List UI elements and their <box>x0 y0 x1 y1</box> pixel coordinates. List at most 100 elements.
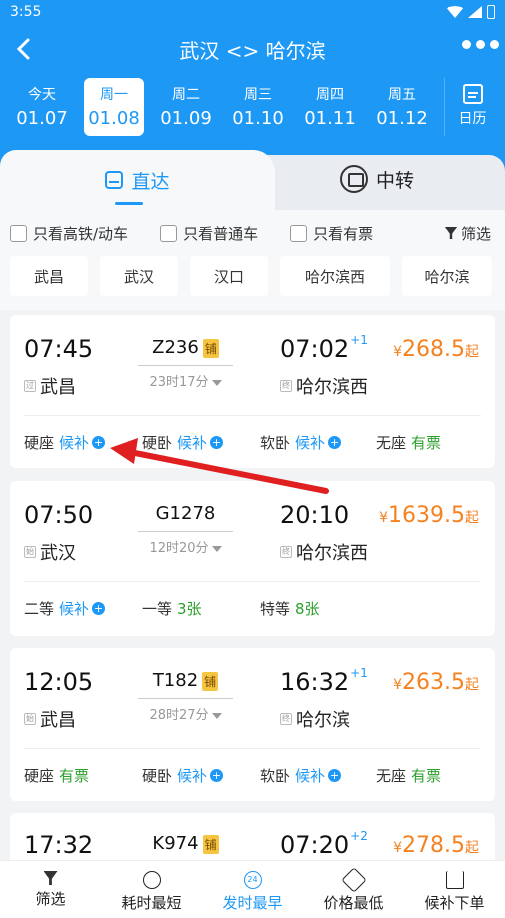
status-time: 3:55 <box>10 4 42 20</box>
seat-item[interactable]: 硬座 候补 + <box>24 432 106 453</box>
calendar-icon <box>462 84 483 104</box>
checkbox[interactable] <box>160 224 178 242</box>
arrival-station: 终哈尔滨西 <box>280 543 368 564</box>
plus-icon[interactable]: + <box>92 436 106 449</box>
terminal-tag: 终 <box>280 380 292 392</box>
signal-icon <box>468 6 482 18</box>
station-chip[interactable]: 武汉 <box>100 256 178 296</box>
checkbox[interactable] <box>10 224 27 242</box>
chevron-down-icon <box>211 545 222 552</box>
price-tag-icon <box>340 867 367 893</box>
sort-filter[interactable]: 筛选 <box>0 861 101 918</box>
cart-icon <box>445 871 464 889</box>
duration[interactable]: 28时27分 <box>138 704 233 723</box>
arrival-time: 07:20+2 <box>280 829 368 859</box>
filter-area: 只看高铁/动车 只看普通车 只看有票 筛选 武昌 武汉 汉口 哈尔滨西 哈尔滨 <box>0 210 505 310</box>
seat-item[interactable]: 软卧 候补 + <box>260 765 342 786</box>
bottom-sort-bar: 筛选 耗时最短 24 发时最早 价格最低 候补下单 <box>0 860 505 918</box>
sort-shortest-duration[interactable]: 耗时最短 <box>101 861 202 918</box>
more-icon[interactable] <box>462 40 499 49</box>
seat-item[interactable]: 软卧 候补 + <box>260 432 342 453</box>
date-item[interactable]: 今天 01.07 <box>6 78 78 136</box>
train-card[interactable]: 07:50 G1278 12时20分 20:10 ¥1639.5起 始武汉 终哈… <box>10 481 495 636</box>
seat-item[interactable]: 硬座 有票 <box>24 765 89 786</box>
seat-item[interactable]: 无座 有票 <box>376 432 441 453</box>
train-icon <box>105 171 124 189</box>
seat-item[interactable]: 一等 3张 <box>142 598 202 619</box>
origin-tag: 始 <box>24 546 36 558</box>
departure-station: 过武昌 <box>24 377 76 398</box>
arrival-time: 16:32+1 <box>280 666 368 696</box>
wifi-icon <box>447 6 463 18</box>
chevron-down-icon <box>211 379 222 386</box>
departure-time: 07:50 <box>24 501 94 529</box>
station-chip[interactable]: 哈尔滨西 <box>280 256 390 296</box>
back-icon[interactable] <box>12 36 38 62</box>
timer-icon <box>142 871 161 889</box>
tab-bar: 直达 中转 <box>0 150 505 210</box>
waitlist-order[interactable]: 候补下单 <box>404 861 505 918</box>
plus-icon[interactable]: + <box>210 436 224 449</box>
seat-item[interactable]: 特等 8张 <box>260 598 320 619</box>
train-card[interactable]: 07:45 Z236 铺 23时17分 07:02+1 ¥268.5起 过武昌 终… <box>10 315 495 468</box>
sleeper-badge: 铺 <box>202 338 219 358</box>
departure-time: 12:05 <box>24 668 94 696</box>
plus-icon[interactable]: + <box>92 602 106 615</box>
tab-transfer[interactable]: 中转 <box>340 165 414 193</box>
status-bar: 3:55 <box>0 0 505 24</box>
price: ¥268.5起 <box>393 337 479 362</box>
calendar-button[interactable]: 日历 <box>445 78 500 128</box>
departure-time: 17:32 <box>24 831 94 859</box>
seat-item[interactable]: 硬卧 候补 + <box>142 765 224 786</box>
funnel-icon <box>43 871 58 885</box>
tab-direct[interactable]: 直达 <box>0 150 275 210</box>
seat-item[interactable]: 硬卧 候补 + <box>142 432 224 453</box>
transfer-icon <box>340 165 368 193</box>
train-number: Z236 铺 <box>152 337 219 358</box>
filter-normal-train[interactable]: 只看普通车 <box>160 223 258 244</box>
date-item[interactable]: 周三 01.10 <box>222 78 294 136</box>
price: ¥263.5起 <box>393 670 479 695</box>
seat-list: 硬座 有票 硬卧 候补 + 软卧 候补 + 无座 有票 <box>24 765 484 787</box>
station-chips: 武昌 武汉 汉口 哈尔滨西 哈尔滨 <box>0 256 505 296</box>
train-number: T182 铺 <box>152 670 219 691</box>
arrival-time: 07:02+1 <box>280 333 368 363</box>
train-card[interactable]: 12:05 T182 铺 28时27分 16:32+1 ¥263.5起 始武昌 终… <box>10 648 495 801</box>
date-item-selected[interactable]: 周一 01.08 <box>84 78 144 136</box>
terminal-tag: 终 <box>280 713 292 725</box>
departure-time: 07:45 <box>24 335 94 363</box>
sort-earliest-departure[interactable]: 24 发时最早 <box>202 861 303 918</box>
filter-available-only[interactable]: 只看有票 <box>290 223 373 244</box>
seat-item[interactable]: 无座 有票 <box>376 765 441 786</box>
clock-24-icon: 24 <box>243 871 262 889</box>
seat-item[interactable]: 二等 候补 + <box>24 598 106 619</box>
station-chip[interactable]: 武昌 <box>10 256 88 296</box>
seat-list: 二等 候补 + 一等 3张 特等 8张 <box>24 598 484 620</box>
departure-station: 始武昌 <box>24 710 76 731</box>
duration[interactable]: 23时17分 <box>138 371 233 390</box>
plus-icon[interactable]: + <box>328 436 342 449</box>
price: ¥1639.5起 <box>379 503 479 528</box>
station-chip[interactable]: 汉口 <box>190 256 268 296</box>
station-chip[interactable]: 哈尔滨 <box>402 256 492 296</box>
filter-high-speed[interactable]: 只看高铁/动车 <box>10 223 128 244</box>
plus-icon[interactable]: + <box>210 769 224 782</box>
date-item[interactable]: 周五 01.12 <box>366 78 438 136</box>
departure-station: 始武汉 <box>24 543 76 564</box>
date-item[interactable]: 周二 01.09 <box>150 78 222 136</box>
checkbox[interactable] <box>290 224 308 242</box>
sort-lowest-price[interactable]: 价格最低 <box>303 861 404 918</box>
train-number: G1278 <box>155 503 216 524</box>
arrival-time: 20:10 <box>280 501 350 529</box>
title-bar: 武汉 <> 哈尔滨 <box>0 24 505 74</box>
duration[interactable]: 12时20分 <box>138 537 233 556</box>
date-selector: 今天 01.07 周一 01.08 周二 01.09 周三 01.10 周四 0… <box>6 78 505 138</box>
origin-tag: 始 <box>24 713 36 725</box>
seat-list: 硬座 候补 + 硬卧 候补 + 软卧 候补 + 无座 有票 <box>24 432 484 454</box>
battery-icon <box>487 5 495 19</box>
price: ¥278.5起 <box>393 833 479 858</box>
filter-button[interactable]: 筛选 <box>444 223 505 244</box>
plus-icon[interactable]: + <box>328 769 342 782</box>
arrival-station: 终哈尔滨 <box>280 710 350 731</box>
date-item[interactable]: 周四 01.11 <box>294 78 366 136</box>
